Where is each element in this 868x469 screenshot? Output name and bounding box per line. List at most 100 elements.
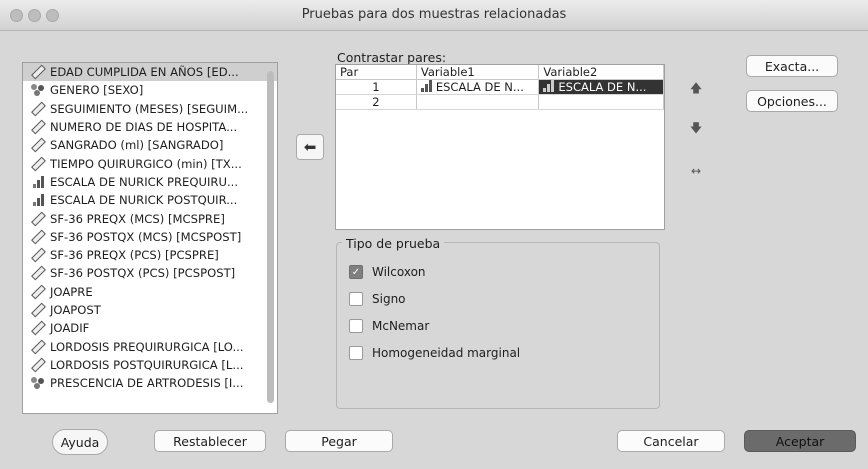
sign-option[interactable]: Signo (349, 289, 520, 309)
list-item[interactable]: SF-36 POSTQX (MCS) [MCSPOST] (23, 228, 277, 246)
cancel-button[interactable]: Cancelar (617, 430, 725, 452)
variable-type-icon (29, 84, 47, 97)
variable-label: TIEMPO QUIRURGICO (min) [TX... (50, 156, 242, 171)
variable-type-icon (29, 137, 47, 153)
reset-button[interactable]: Restablecer (154, 430, 266, 452)
list-item[interactable]: ESCALA DE NURICK PREQUIRU... (23, 173, 277, 191)
variable-label: JOAPRE (50, 284, 93, 299)
variable-label: SANGRADO (ml) [SANGRADO] (50, 138, 224, 153)
variable-items: EDAD CUMPLIDA EN AÑOS [ED... GENERO [SEXO… (23, 63, 277, 392)
test-type-title: Tipo de prueba (342, 236, 445, 251)
list-item[interactable]: SF-36 PREQX (MCS) [MCSPRE] (23, 209, 277, 227)
pair-variable1-label: ESCALA DE N... (435, 80, 524, 94)
sign-label: Signo (372, 292, 406, 306)
variable-type-icon (29, 302, 47, 318)
title-bar: Pruebas para dos muestras relacionadas (0, 0, 868, 31)
pairs-header-variable1: Variable1 (416, 65, 540, 80)
list-item[interactable]: ESCALA DE NURICK POSTQUIR... (23, 191, 277, 209)
ruler-scale-icon (30, 265, 46, 281)
list-item[interactable]: JOAPRE (23, 283, 277, 301)
list-item[interactable]: JOAPOST (23, 301, 277, 319)
list-item[interactable]: TIEMPO QUIRURGICO (min) [TX... (23, 154, 277, 172)
list-item[interactable]: SF-36 PREQX (PCS) [PCSPRE] (23, 246, 277, 264)
ruler-scale-icon (30, 211, 46, 226)
marginal-homogeneity-option[interactable]: Homogeneidad marginal (349, 343, 520, 363)
variable-list[interactable]: EDAD CUMPLIDA EN AÑOS [ED... GENERO [SEXO… (22, 62, 278, 414)
variable-type-icon (29, 284, 47, 300)
variable-label: SF-36 PREQX (MCS) [MCSPRE] (50, 211, 225, 226)
variable-type-icon (29, 64, 47, 80)
ordinal-icon (543, 80, 555, 92)
list-item[interactable]: LORDOSIS PREQUIRURGICA [LO... (23, 337, 277, 355)
variable-type-icon (29, 377, 47, 390)
variable-label: ESCALA DE NURICK POSTQUIR... (50, 193, 238, 208)
move-up-button[interactable]: 🡅 (684, 78, 708, 100)
exact-button[interactable]: Exacta... (746, 55, 838, 77)
pair-variable1-cell[interactable]: ESCALA DE N... (416, 79, 540, 95)
pair-variable2-label: ESCALA DE N... (558, 80, 647, 94)
ruler-scale-icon (30, 119, 46, 135)
variable-label: PRESCENCIA DE ARTRODESIS [I... (50, 376, 244, 391)
accept-button[interactable]: Aceptar (744, 430, 856, 452)
ruler-scale-icon (30, 302, 46, 318)
list-item[interactable]: LORDOSIS POSTQUIRURGICA [L... (23, 356, 277, 374)
mcnemar-option[interactable]: McNemar (349, 316, 520, 336)
nominal-icon (31, 377, 45, 390)
ruler-scale-icon (30, 101, 46, 117)
list-item[interactable]: NUMERO DE DIAS DE HOSPITA... (23, 118, 277, 136)
variable-label: JOADIF (50, 321, 90, 336)
pairs-header-par: Par (336, 65, 417, 80)
variable-type-icon (29, 194, 47, 207)
pair-variable2-cell[interactable] (538, 94, 664, 110)
variable-label: SEGUIMIENTO (MESES) [SEGUIM... (50, 101, 249, 116)
table-row[interactable]: 2 (336, 94, 664, 110)
list-item[interactable]: SEGUIMIENTO (MESES) [SEGUIM... (23, 100, 277, 118)
marginal-homogeneity-label: Homogeneidad marginal (372, 346, 521, 360)
arrow-up-icon: 🡅 (689, 80, 703, 95)
pair-variable2-cell[interactable]: ESCALA DE N... (538, 79, 664, 95)
mcnemar-label: McNemar (372, 319, 430, 333)
ordinal-icon (32, 175, 44, 188)
list-item[interactable]: PRESCENCIA DE ARTRODESIS [I... (23, 374, 277, 392)
arrow-left-icon: ⬅ (303, 138, 317, 156)
arrow-down-icon: 🡇 (689, 120, 703, 135)
move-down-button[interactable]: 🡇 (684, 118, 708, 140)
variable-type-icon (29, 211, 47, 226)
variable-label: GENERO [SEXO] (50, 83, 144, 98)
variable-list-scrollbar[interactable] (267, 71, 274, 403)
ruler-scale-icon (30, 229, 46, 245)
help-button[interactable]: Ayuda (52, 429, 108, 455)
ordinal-icon (420, 80, 432, 92)
pairs-table[interactable]: Par Variable1 Variable2 1 ESCALA DE N...… (335, 64, 665, 230)
variable-type-icon (29, 229, 47, 245)
list-item[interactable]: EDAD CUMPLIDA EN AÑOS [ED... (23, 63, 277, 82)
marginal-homogeneity-checkbox[interactable] (349, 346, 363, 360)
variable-label: ESCALA DE NURICK PREQUIRU... (50, 174, 239, 189)
variable-label: JOAPOST (50, 303, 101, 317)
variable-type-icon (29, 265, 47, 281)
wilcoxon-label: Wilcoxon (372, 265, 426, 279)
ruler-scale-icon (30, 64, 46, 80)
mcnemar-checkbox[interactable] (349, 319, 363, 333)
swap-pair-button[interactable]: ↔ (684, 160, 708, 182)
variable-label: EDAD CUMPLIDA EN AÑOS [ED... (50, 65, 239, 80)
pair-variable1-cell[interactable] (416, 94, 540, 110)
ordinal-icon (32, 194, 44, 207)
sign-checkbox[interactable] (349, 292, 363, 306)
list-item[interactable]: SANGRADO (ml) [SANGRADO] (23, 136, 277, 154)
list-item[interactable]: JOADIF (23, 319, 277, 337)
variable-type-icon (29, 339, 47, 355)
wilcoxon-checkbox[interactable]: ✓ (349, 265, 363, 279)
pair-number: 2 (336, 94, 417, 110)
table-row[interactable]: 1 ESCALA DE N... ESCALA DE N... (336, 79, 664, 95)
list-item[interactable]: SF-36 POSTQX (PCS) [PCSPOST] (23, 264, 277, 282)
paste-button[interactable]: Pegar (285, 430, 393, 452)
options-button[interactable]: Opciones... (746, 90, 838, 112)
variable-type-icon (29, 101, 47, 117)
variable-label: SF-36 POSTQX (PCS) [PCSPOST] (50, 266, 236, 281)
wilcoxon-option[interactable]: ✓ Wilcoxon (349, 262, 520, 282)
swap-arrows-icon: ↔ (690, 164, 702, 178)
move-variable-button[interactable]: ⬅ (296, 134, 324, 160)
list-item[interactable]: GENERO [SEXO] (23, 81, 277, 99)
pair-number: 1 (336, 79, 417, 95)
